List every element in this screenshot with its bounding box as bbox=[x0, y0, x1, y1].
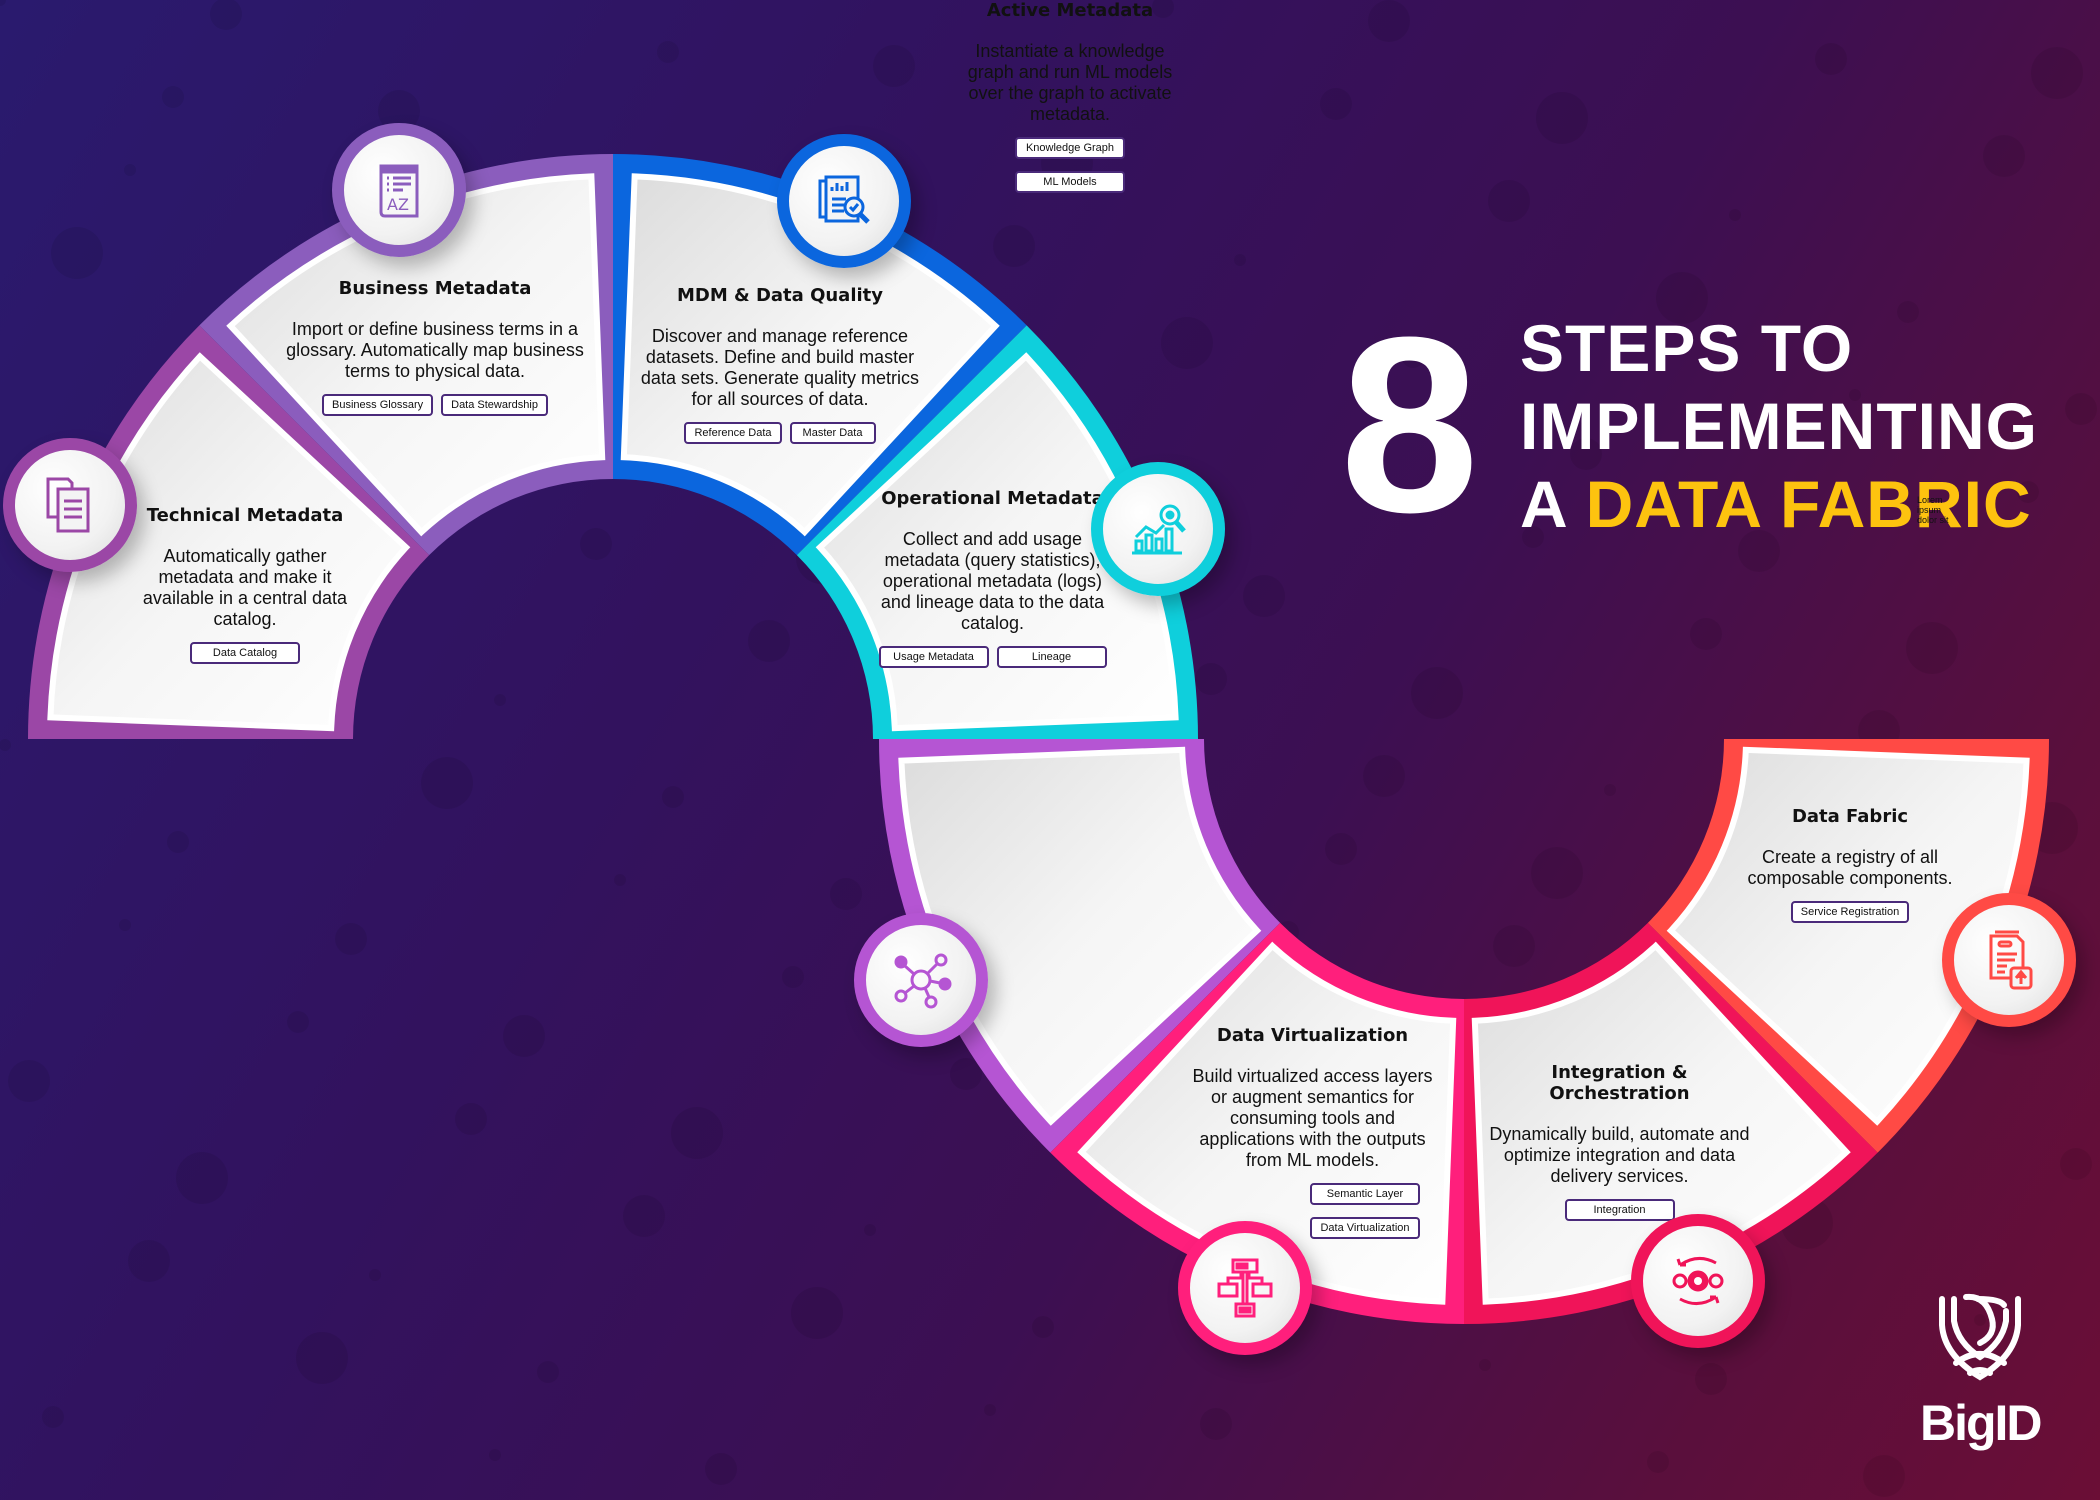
integration-icon-badge bbox=[1631, 1214, 1765, 1348]
step-active-metadata: Active Metadata Instantiate a knowledge … bbox=[950, 0, 1190, 193]
tag-data-catalog[interactable]: Data Catalog bbox=[190, 642, 300, 664]
step-description: Instantiate a knowledge graph and run ML… bbox=[967, 41, 1173, 124]
step-title: Integration & Orchestration bbox=[1549, 1062, 1690, 1104]
step-description: Create a registry of all composable comp… bbox=[1747, 847, 1953, 888]
step-business-metadata: Business Metadata Import or define busin… bbox=[285, 278, 585, 416]
step-title: Business Metadata bbox=[338, 278, 532, 299]
tag-knowledge-graph[interactable]: Knowledge Graph bbox=[1015, 137, 1125, 159]
step-description: Build virtualized access layers or augme… bbox=[1192, 1066, 1433, 1170]
step-description: Discover and manage reference datasets. … bbox=[640, 326, 920, 409]
step-description: Collect and add usage metadata (query st… bbox=[880, 529, 1105, 633]
svg-text:AZ: AZ bbox=[387, 195, 409, 214]
steps-ring bbox=[28, 154, 2049, 1324]
fingerprint-shield-icon bbox=[1939, 1293, 2021, 1381]
step-title: Operational Metadata bbox=[881, 488, 1104, 509]
step-data-virtualization: Data Virtualization Build virtualized ac… bbox=[1185, 1025, 1440, 1239]
tag-usage-metadata[interactable]: Usage Metadata bbox=[878, 646, 989, 668]
bigid-logo: BigID bbox=[1920, 1285, 2043, 1452]
tag-data-stewardship[interactable]: Data Stewardship bbox=[441, 394, 548, 416]
technical-metadata-icon-badge bbox=[3, 438, 137, 572]
tag-reference-data[interactable]: Reference Data bbox=[684, 422, 782, 444]
logo-text: BigID bbox=[1920, 1395, 2043, 1451]
tag-master-data[interactable]: Master Data bbox=[789, 422, 876, 444]
data-virtualization-icon-badge bbox=[1178, 1221, 1312, 1355]
step-title: Data Virtualization bbox=[1216, 1025, 1409, 1046]
step-integration-orchestration: Integration & Orchestration Dynamically … bbox=[1487, 1062, 1752, 1221]
step-title: MDM & Data Quality bbox=[676, 285, 884, 306]
business-metadata-icon-badge: AZ bbox=[332, 123, 466, 257]
report-search-icon bbox=[818, 175, 870, 224]
gears-sync-icon bbox=[1672, 1257, 1724, 1305]
step-mdm-data-quality: MDM & Data Quality Discover and manage r… bbox=[630, 285, 930, 444]
step-technical-metadata: Technical Metadata Automatically gather … bbox=[135, 505, 355, 664]
placeholder-line: dolor sit bbox=[1917, 515, 1949, 525]
tag-integration[interactable]: Integration bbox=[1564, 1199, 1675, 1221]
step-data-fabric: Data Fabric Create a registry of all com… bbox=[1725, 806, 1975, 923]
document-upload-icon bbox=[1989, 930, 2033, 990]
data-fabric-icon-badge bbox=[1942, 893, 2076, 1027]
headline-line-3: A DATA FABRIC bbox=[1520, 466, 2032, 542]
step-description: Import or define business terms in a glo… bbox=[286, 319, 584, 381]
analytics-chart-icon bbox=[1132, 504, 1186, 555]
mdm-icon-badge bbox=[777, 134, 911, 268]
headline-line-1: STEPS TO bbox=[1520, 311, 1854, 385]
operational-metadata-icon-badge bbox=[1091, 462, 1225, 596]
placeholder-line: Lorem bbox=[1917, 495, 1943, 505]
documents-icon bbox=[46, 477, 90, 533]
headline-line-2: IMPLEMENTING bbox=[1520, 389, 2038, 463]
placeholder-text: Lorem ipsum dolor sit bbox=[1917, 495, 1949, 525]
step-description: Dynamically build, automate and optimize… bbox=[1489, 1124, 1750, 1186]
step-title: Technical Metadata bbox=[146, 505, 344, 526]
step-description: Automatically gather metadata and make i… bbox=[142, 546, 348, 629]
tag-semantic-layer[interactable]: Semantic Layer bbox=[1310, 1183, 1420, 1205]
step-operational-metadata: Operational Metadata Collect and add usa… bbox=[875, 488, 1110, 668]
headline-number: 8 bbox=[1340, 285, 1479, 564]
network-graph-icon bbox=[894, 953, 952, 1009]
headline-line-3-prefix: A bbox=[1520, 467, 1586, 541]
tag-service-registration[interactable]: Service Registration bbox=[1790, 901, 1910, 923]
hierarchy-icon bbox=[1217, 1258, 1273, 1318]
active-metadata-icon-badge bbox=[854, 913, 988, 1047]
step-title: Active Metadata bbox=[986, 0, 1154, 21]
tag-business-glossary[interactable]: Business Glossary bbox=[322, 394, 434, 416]
glossary-book-icon: AZ bbox=[379, 164, 419, 218]
tag-lineage[interactable]: Lineage bbox=[996, 646, 1107, 668]
headline-accent: DATA FABRIC bbox=[1585, 467, 2032, 541]
placeholder-line: ipsum bbox=[1917, 505, 1942, 515]
step-title: Data Fabric bbox=[1791, 806, 1909, 827]
tag-ml-models[interactable]: ML Models bbox=[1015, 171, 1125, 193]
tag-data-virtualization[interactable]: Data Virtualization bbox=[1310, 1217, 1420, 1239]
